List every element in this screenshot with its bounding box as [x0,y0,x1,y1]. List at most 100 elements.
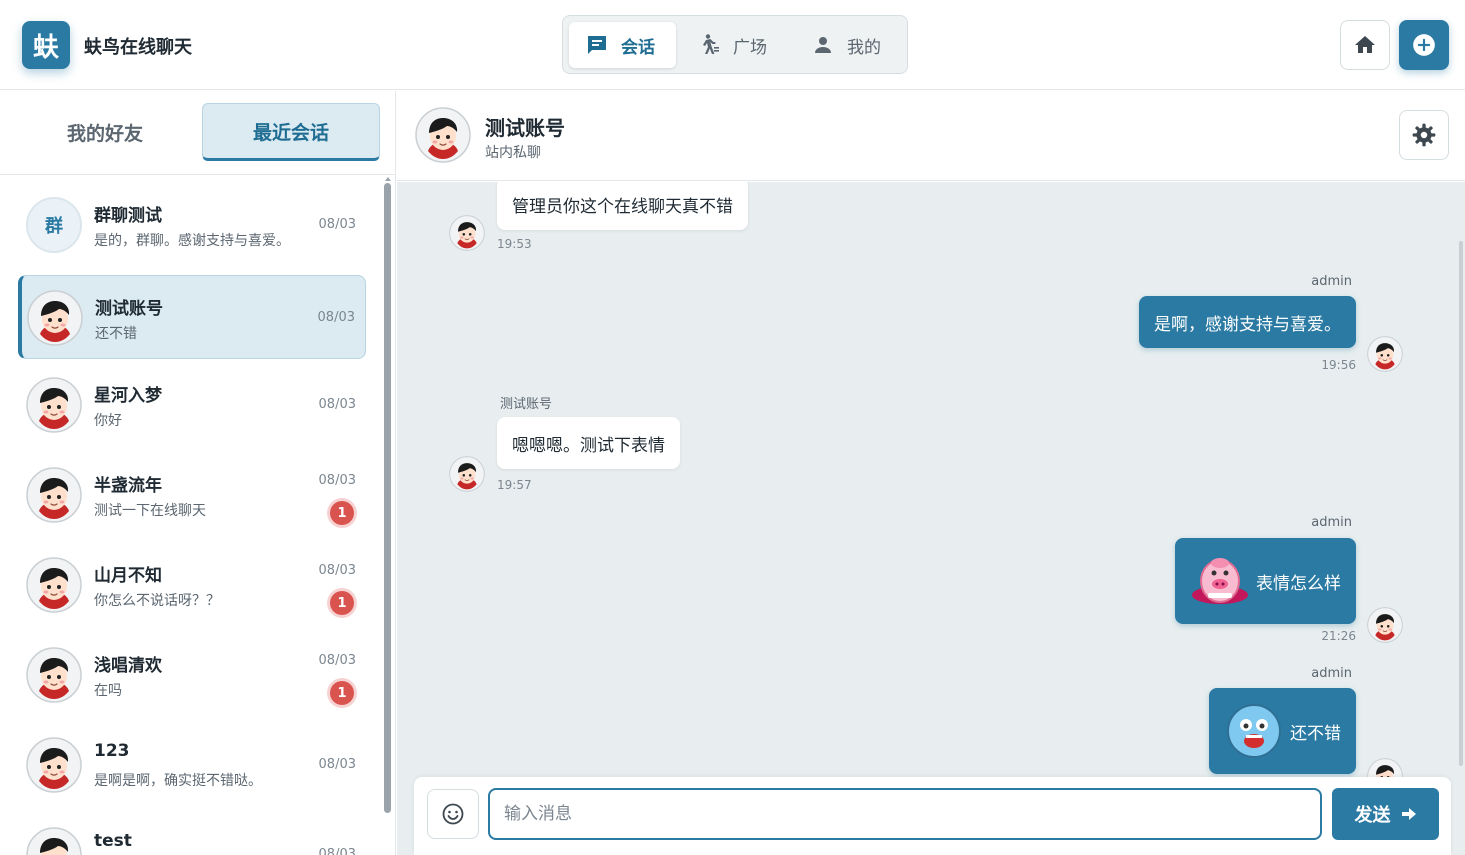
tab-square-label: 广场 [733,37,767,58]
home-button[interactable] [1340,20,1390,70]
conversation-item[interactable]: 星河入梦 你好 08/03 [18,363,366,447]
chat-subtitle: 站内私聊 [485,145,541,161]
conversation-preview: 你怎么不说话呀？？ [94,593,220,609]
tab-chat[interactable]: 会话 [569,22,676,68]
conversation-date: 08/03 [318,653,356,668]
app-title: 蚨鸟在线聊天 [84,37,192,58]
tab-friends[interactable]: 我的好友 [16,103,194,161]
message-sender: admin [1311,666,1352,681]
conversation-date: 08/03 [317,310,355,325]
conversation-date: 08/03 [318,563,356,578]
conversation-preview: 是啊是啊，确实挺不错哒。 [94,773,262,789]
message-bubble-incoming: 管理员你这个在线聊天真不错 [497,182,748,230]
message-sender: 测试账号 [500,397,553,412]
smile-icon [442,803,464,825]
conversation-preview: 是的，群聊。感谢支持与喜爱。 [94,233,290,249]
left-panel: 我的好友 最近会话 群 群聊测试 是的，群聊。感谢支持与喜爱。 08/03 测试… [0,91,396,855]
new-chat-button[interactable] [1399,20,1449,70]
top-header: 蚨 蚨鸟在线聊天 会话 广场 我的 [0,0,1465,90]
conversation-item[interactable]: 群 群聊测试 是的，群聊。感谢支持与喜爱。 08/03 [18,183,366,267]
walk-icon [703,34,719,54]
tab-chat-label: 会话 [621,37,655,58]
message-composer: 发送 [414,777,1451,855]
conversation-date: 08/03 [318,847,356,855]
message-scrollbar[interactable] [1459,241,1463,766]
unread-badge: 1 [330,681,354,705]
chat-avatar [415,107,471,163]
message-avatar [449,456,485,492]
conversation-preview: 还不错 [95,326,137,342]
plus-circle-icon [1413,34,1435,56]
message-area: 管理员你这个在线聊天真不错 19:53 admin 是啊，感谢支持与喜爱。 19… [397,182,1465,855]
conversation-name: 123 [94,741,130,761]
message-avatar [449,215,485,251]
unread-badge: 1 [330,591,354,615]
conversation-item[interactable]: test 08/03 [18,813,366,855]
avatar [26,557,82,613]
conversation-name: 山月不知 [94,566,162,586]
message-input[interactable] [488,788,1322,840]
avatar [27,290,83,346]
conversation-preview: 你好 [94,413,122,429]
home-icon [1355,36,1375,53]
conversation-date: 08/03 [318,757,356,772]
conversation-name: 测试账号 [95,299,163,319]
tab-square[interactable]: 广场 [697,22,787,68]
avatar [26,377,82,433]
conversation-item[interactable]: 半盏流年 测试一下在线聊天 08/03 1 [18,453,366,537]
message-bubble-outgoing: 表情怎么样 [1175,538,1356,624]
conversation-name: 浅唱清欢 [94,656,162,676]
conversation-name: test [94,831,132,851]
person-icon [815,37,831,53]
emoji-button[interactable] [427,789,479,839]
chat-icon [588,36,606,54]
message-text: 还不错 [1290,723,1341,744]
conversation-preview: 测试一下在线聊天 [94,503,206,519]
tab-mine[interactable]: 我的 [811,22,901,68]
conversation-date: 08/03 [318,397,356,412]
message-time: 19:56 [1321,358,1356,372]
conversation-item[interactable]: 浅唱清欢 在吗 08/03 1 [18,633,366,717]
pig-face-emoji [1192,558,1248,604]
conversation-scrollbar[interactable] [384,183,391,813]
message-time: 21:26 [1321,629,1356,643]
conversation-date: 08/03 [318,217,356,232]
tab-recent[interactable]: 最近会话 [202,103,380,161]
chat-title: 测试账号 [485,116,565,140]
group-avatar: 群 [26,197,82,253]
blue-face-emoji [1227,704,1281,758]
app-logo[interactable]: 蚨 [22,21,70,69]
message-avatar [1367,336,1403,372]
conversation-item[interactable]: 123 是啊是啊，确实挺不错哒。 08/03 [18,723,366,807]
tab-mine-label: 我的 [847,37,881,58]
chat-header: 测试账号 站内私聊 [397,91,1465,181]
gear-icon [1412,123,1436,147]
conversation-preview: 在吗 [94,683,122,699]
chat-settings-button[interactable] [1399,110,1449,160]
conversation-name: 星河入梦 [94,386,162,406]
message-sender: admin [1311,515,1352,530]
message-bubble-incoming: 嗯嗯嗯。测试下表情 [497,417,680,469]
avatar [26,827,82,855]
scroll-up-arrow[interactable] [385,177,391,181]
send-button[interactable]: 发送 [1332,788,1439,840]
avatar [26,467,82,523]
unread-badge: 1 [330,501,354,525]
arrow-right-icon [1401,808,1416,820]
message-time: 19:53 [497,237,532,251]
avatar [26,647,82,703]
message-sender: admin [1311,274,1352,289]
message-time: 19:57 [497,478,532,492]
main-nav: 会话 广场 我的 [562,15,908,74]
message-bubble-outgoing: 还不错 [1209,688,1356,774]
conversation-item-active[interactable]: 测试账号 还不错 08/03 [18,275,366,359]
conversation-item[interactable]: 山月不知 你怎么不说话呀？？ 08/03 1 [18,543,366,627]
conversation-name: 半盏流年 [94,476,162,496]
avatar [26,737,82,793]
conversation-name: 群聊测试 [94,206,162,226]
message-avatar [1367,607,1403,643]
conversation-date: 08/03 [318,473,356,488]
send-label: 发送 [1354,805,1391,825]
message-text: 表情怎么样 [1256,573,1341,594]
message-bubble-outgoing: 是啊，感谢支持与喜爱。 [1139,296,1356,348]
